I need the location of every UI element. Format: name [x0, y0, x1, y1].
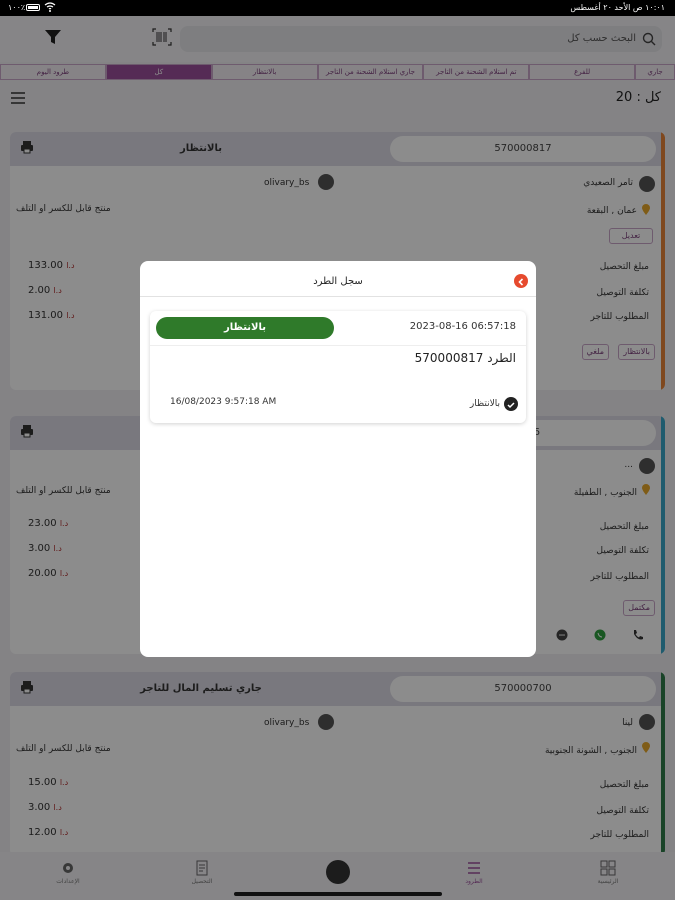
home-indicator	[234, 892, 442, 896]
entry-date: 2023-08-16 06:57:18	[409, 321, 516, 332]
status-time: ١٠:٠١ ص الأحد ٢٠ أغسطس	[570, 3, 665, 12]
modal-title: سجل الطرد	[140, 261, 536, 297]
battery-icon	[26, 4, 40, 11]
entry-parcel-label: الطرد 570000817	[414, 351, 516, 365]
status-bar: ١٠:٠١ ص الأحد ٢٠ أغسطس ١٠٠٪	[0, 0, 675, 16]
close-icon[interactable]	[514, 274, 528, 288]
entry-status-badge: بالانتظار	[156, 317, 334, 339]
history-timestamp: 16/08/2023 9:57:18 AM	[170, 397, 277, 407]
check-icon	[504, 397, 518, 411]
battery-percent: ١٠٠٪	[8, 3, 26, 12]
parcel-history-modal: سجل الطرد بالانتظار 2023-08-16 06:57:18 …	[140, 261, 536, 657]
history-entry: بالانتظار 2023-08-16 06:57:18 الطرد 5700…	[150, 311, 526, 423]
divider	[150, 345, 526, 346]
history-status: بالانتظار	[469, 399, 500, 409]
wifi-icon	[44, 2, 56, 12]
